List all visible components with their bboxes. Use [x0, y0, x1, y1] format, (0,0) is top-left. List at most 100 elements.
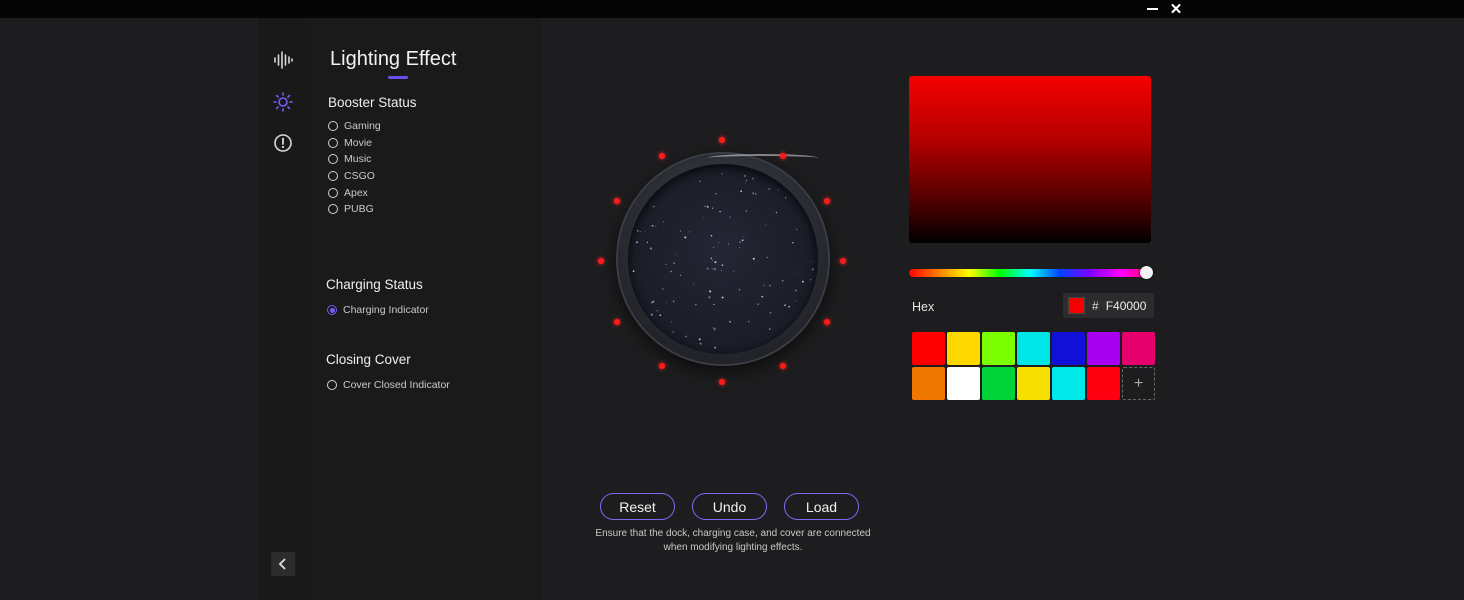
sound-wave-icon	[274, 51, 293, 69]
star-dot	[740, 190, 743, 193]
star-dot	[711, 259, 713, 261]
radio-button[interactable]	[328, 121, 338, 131]
preset-swatches: +	[912, 332, 1157, 400]
star-dot	[688, 231, 691, 233]
star-dot	[662, 288, 664, 290]
radio-button-selected[interactable]	[327, 305, 337, 315]
star-dot	[741, 239, 744, 242]
star-dot	[763, 284, 765, 286]
star-dot	[711, 207, 714, 209]
color-swatch[interactable]	[1052, 367, 1085, 400]
star-dot	[729, 320, 732, 323]
radio-label: PUBG	[344, 203, 374, 215]
color-swatch[interactable]	[947, 367, 980, 400]
star-dot	[784, 304, 786, 306]
radio-gaming[interactable]: Gaming	[328, 120, 381, 132]
star-dot	[720, 270, 722, 272]
star-dot	[792, 242, 794, 244]
star-dot	[721, 264, 724, 266]
led-dot	[719, 379, 725, 385]
icon-rail	[258, 18, 308, 600]
radio-cover-closed-indicator[interactable]: Cover Closed Indicator	[327, 379, 450, 391]
star-dot	[809, 261, 811, 263]
hue-slider[interactable]	[909, 269, 1151, 277]
star-dot	[810, 279, 812, 281]
color-swatch[interactable]	[912, 367, 945, 400]
minimize-icon	[1146, 8, 1158, 10]
color-swatch[interactable]	[1087, 367, 1120, 400]
lighting-sun-icon	[273, 92, 293, 112]
device-rim-highlight	[708, 154, 818, 162]
radio-button[interactable]	[328, 138, 338, 148]
saturation-value-picker[interactable]	[909, 76, 1151, 243]
star-dot	[775, 211, 778, 214]
star-dot	[649, 247, 652, 250]
hex-label: Hex	[912, 300, 935, 314]
radio-button[interactable]	[328, 154, 338, 164]
rail-item-lighting[interactable]	[271, 90, 295, 114]
star-dot	[714, 346, 717, 349]
star-dot	[721, 296, 724, 299]
radio-csgo[interactable]: CSGO	[328, 170, 375, 182]
star-dot	[699, 180, 701, 182]
star-dot	[739, 241, 741, 243]
star-dot	[670, 270, 672, 273]
led-dot	[614, 318, 621, 325]
back-button[interactable]	[271, 552, 295, 576]
star-dot	[729, 216, 731, 218]
led-dot	[719, 137, 725, 143]
radio-pubg[interactable]: PUBG	[328, 203, 374, 215]
reset-button[interactable]: Reset	[600, 493, 675, 520]
add-swatch-button[interactable]: +	[1122, 367, 1155, 400]
star-dot	[709, 290, 712, 293]
radio-button[interactable]	[328, 171, 338, 181]
color-swatch[interactable]	[982, 332, 1015, 365]
radio-label: Gaming	[344, 120, 381, 132]
rail-item-audio[interactable]	[271, 48, 295, 72]
led-dot	[598, 258, 604, 264]
close-button[interactable]: ✕	[1164, 0, 1188, 18]
star-dot	[685, 335, 687, 338]
hex-value[interactable]: F40000	[1106, 299, 1147, 313]
star-dot	[718, 242, 720, 244]
star-dot	[695, 303, 697, 306]
star-dot	[652, 300, 655, 303]
color-swatch[interactable]	[947, 332, 980, 365]
color-swatch[interactable]	[1122, 332, 1155, 365]
hex-input[interactable]: # F40000	[1063, 293, 1154, 318]
color-swatch[interactable]	[982, 367, 1015, 400]
radio-music[interactable]: Music	[328, 153, 371, 165]
star-dot	[715, 192, 717, 195]
star-dot	[795, 300, 797, 302]
radio-button[interactable]	[327, 380, 337, 390]
led-dot	[658, 153, 665, 160]
radio-label: Music	[344, 153, 372, 165]
color-swatch[interactable]	[1087, 332, 1120, 365]
star-dot	[662, 221, 664, 223]
led-dot	[823, 318, 830, 325]
star-dot	[797, 271, 799, 273]
hex-hash: #	[1092, 298, 1099, 313]
led-dot	[823, 197, 830, 204]
undo-button[interactable]: Undo	[692, 493, 767, 520]
radio-button[interactable]	[328, 188, 338, 198]
color-swatch[interactable]	[1052, 332, 1085, 365]
star-dot	[761, 295, 764, 298]
radio-movie[interactable]: Movie	[328, 137, 372, 149]
chevron-left-icon	[278, 558, 286, 570]
radio-charging-indicator[interactable]: Charging Indicator	[327, 304, 429, 316]
device-preview	[618, 154, 828, 364]
star-dot	[777, 189, 779, 191]
load-button[interactable]: Load	[784, 493, 859, 520]
rail-item-info[interactable]	[271, 131, 295, 155]
minimize-button[interactable]	[1140, 0, 1164, 18]
star-dot	[733, 271, 735, 273]
star-dot	[744, 175, 746, 177]
color-swatch[interactable]	[1017, 367, 1050, 400]
color-swatch[interactable]	[912, 332, 945, 365]
color-swatch[interactable]	[1017, 332, 1050, 365]
radio-apex[interactable]: Apex	[328, 187, 368, 199]
star-dot	[704, 205, 706, 208]
radio-button[interactable]	[328, 204, 338, 214]
star-dot	[713, 268, 716, 271]
